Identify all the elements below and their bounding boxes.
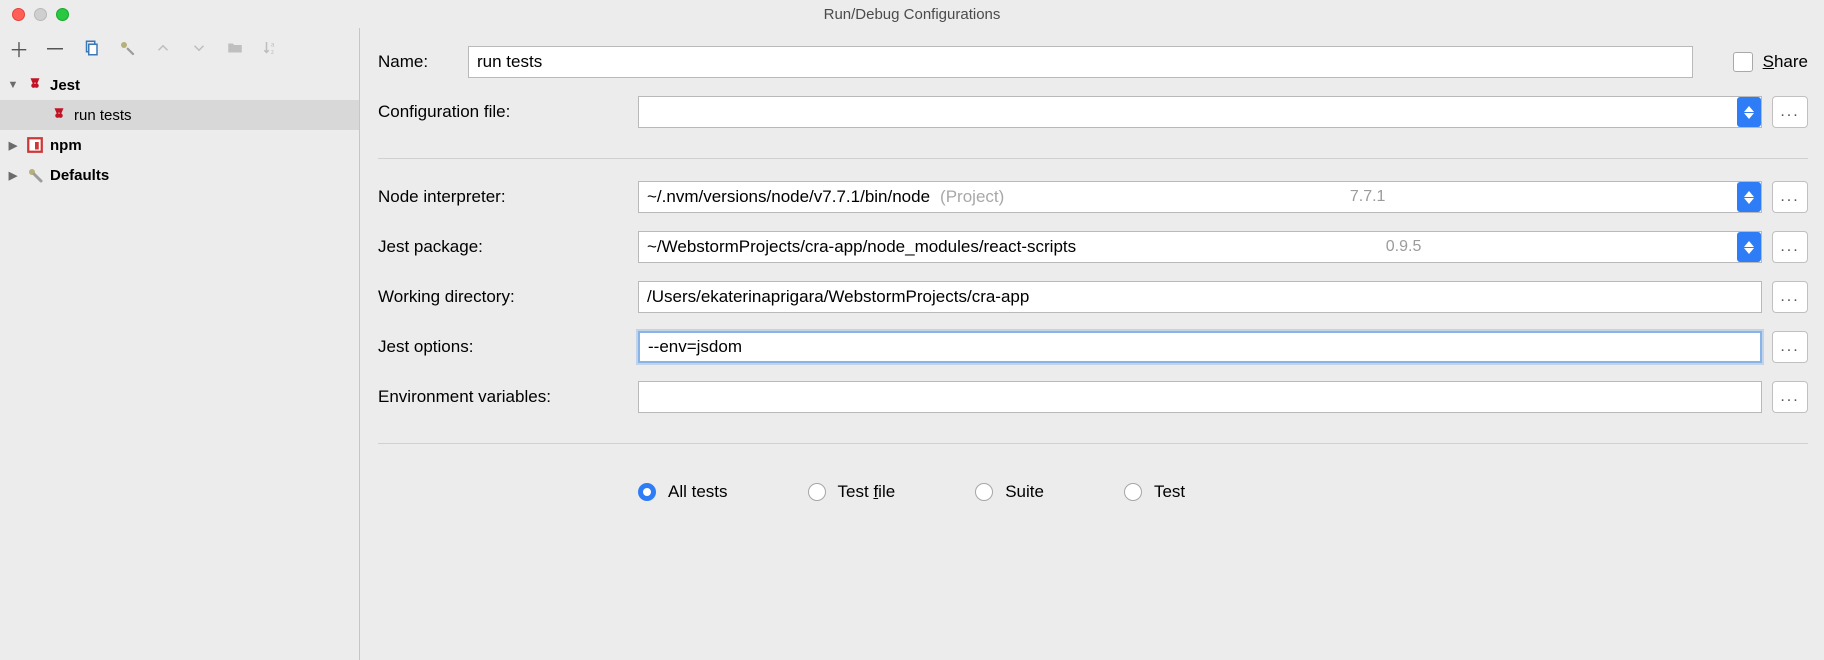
remove-configuration-button[interactable]: － (44, 37, 66, 59)
dropdown-caret-icon (1737, 232, 1761, 262)
configurations-toolbar: ＋ － az (0, 28, 359, 68)
copy-icon (82, 39, 100, 57)
configuration-file-label: Configuration file: (378, 102, 638, 122)
npm-icon (26, 136, 44, 154)
radio-all-tests[interactable]: All tests (638, 482, 728, 502)
share-checkbox[interactable] (1733, 52, 1753, 72)
folder-icon (226, 39, 244, 57)
radio-label: Test file (838, 482, 896, 502)
node-interpreter-hint: (Project) (940, 187, 1004, 207)
tree-node-npm[interactable]: ▶ npm (0, 130, 359, 160)
add-configuration-button[interactable]: ＋ (8, 37, 30, 59)
node-interpreter-label: Node interpreter: (378, 187, 638, 207)
jest-package-select[interactable]: ~/WebstormProjects/cra-app/node_modules/… (638, 231, 1762, 263)
radio-icon (808, 483, 826, 501)
divider (378, 443, 1808, 444)
copy-configuration-button[interactable] (80, 37, 102, 59)
share-label: Share (1763, 52, 1808, 72)
configurations-tree[interactable]: ▼ Jest run tests ▶ (0, 68, 359, 660)
radio-test[interactable]: Test (1124, 482, 1185, 502)
dropdown-caret-icon (1737, 182, 1761, 212)
zoom-window-button[interactable] (56, 8, 69, 21)
radio-test-file[interactable]: Test file (808, 482, 896, 502)
radio-icon (975, 483, 993, 501)
chevron-down-icon (190, 39, 208, 57)
radio-icon (638, 483, 656, 501)
expand-toggle-icon[interactable]: ▶ (6, 169, 20, 182)
radio-label: Suite (1005, 482, 1044, 502)
sort-az-icon: az (262, 39, 280, 57)
folder-button[interactable] (224, 37, 246, 59)
jest-icon (50, 106, 68, 124)
wrench-gear-icon (118, 39, 136, 57)
close-window-button[interactable] (12, 8, 25, 21)
node-interpreter-version: 7.7.1 (1350, 188, 1386, 206)
expand-toggle-icon[interactable]: ▶ (6, 139, 20, 152)
tree-node-label: run tests (74, 107, 132, 124)
jest-options-label: Jest options: (378, 337, 638, 357)
environment-variables-label: Environment variables: (378, 387, 638, 407)
sort-alpha-button[interactable]: az (260, 37, 282, 59)
svg-text:z: z (271, 50, 274, 56)
node-interpreter-value: ~/.nvm/versions/node/v7.7.1/bin/node (647, 187, 930, 207)
tree-node-label: npm (50, 137, 82, 154)
jest-package-label: Jest package: (378, 237, 638, 257)
name-label: Name: (378, 52, 468, 72)
chevron-up-icon (154, 39, 172, 57)
environment-variables-edit-button[interactable]: ... (1772, 381, 1808, 413)
jest-options-input[interactable] (638, 331, 1762, 363)
working-directory-browse-button[interactable]: ... (1772, 281, 1808, 313)
environment-variables-input[interactable] (638, 381, 1762, 413)
edit-defaults-button[interactable] (116, 37, 138, 59)
node-interpreter-browse-button[interactable]: ... (1772, 181, 1808, 213)
divider (378, 158, 1808, 159)
jest-package-browse-button[interactable]: ... (1772, 231, 1808, 263)
tree-leaf-run-tests[interactable]: run tests (0, 100, 359, 130)
working-directory-label: Working directory: (378, 287, 638, 307)
move-down-button[interactable] (188, 37, 210, 59)
tree-node-label: Defaults (50, 167, 109, 184)
radio-suite[interactable]: Suite (975, 482, 1044, 502)
configuration-file-select[interactable] (638, 96, 1762, 128)
node-interpreter-select[interactable]: ~/.nvm/versions/node/v7.7.1/bin/node (Pr… (638, 181, 1762, 213)
tree-node-defaults[interactable]: ▶ Defaults (0, 160, 359, 190)
jest-options-expand-button[interactable]: ... (1772, 331, 1808, 363)
working-directory-input[interactable] (638, 281, 1762, 313)
svg-text:a: a (271, 43, 275, 49)
test-scope-radio-group: All tests Test file Suite Test (378, 482, 1808, 502)
wrench-icon (26, 166, 44, 184)
titlebar: Run/Debug Configurations (0, 0, 1824, 28)
tree-node-label: Jest (50, 77, 80, 94)
radio-icon (1124, 483, 1142, 501)
window-title: Run/Debug Configurations (0, 6, 1824, 23)
radio-label: All tests (668, 482, 728, 502)
jest-icon (26, 76, 44, 94)
expand-toggle-icon[interactable]: ▼ (6, 79, 20, 91)
minimize-window-button (34, 8, 47, 21)
jest-package-value: ~/WebstormProjects/cra-app/node_modules/… (647, 237, 1076, 257)
dropdown-caret-icon (1737, 97, 1761, 127)
name-input[interactable] (468, 46, 1693, 78)
configuration-file-browse-button[interactable]: ... (1772, 96, 1808, 128)
move-up-button[interactable] (152, 37, 174, 59)
radio-label: Test (1154, 482, 1185, 502)
jest-package-version: 0.9.5 (1386, 238, 1422, 256)
tree-node-jest[interactable]: ▼ Jest (0, 70, 359, 100)
